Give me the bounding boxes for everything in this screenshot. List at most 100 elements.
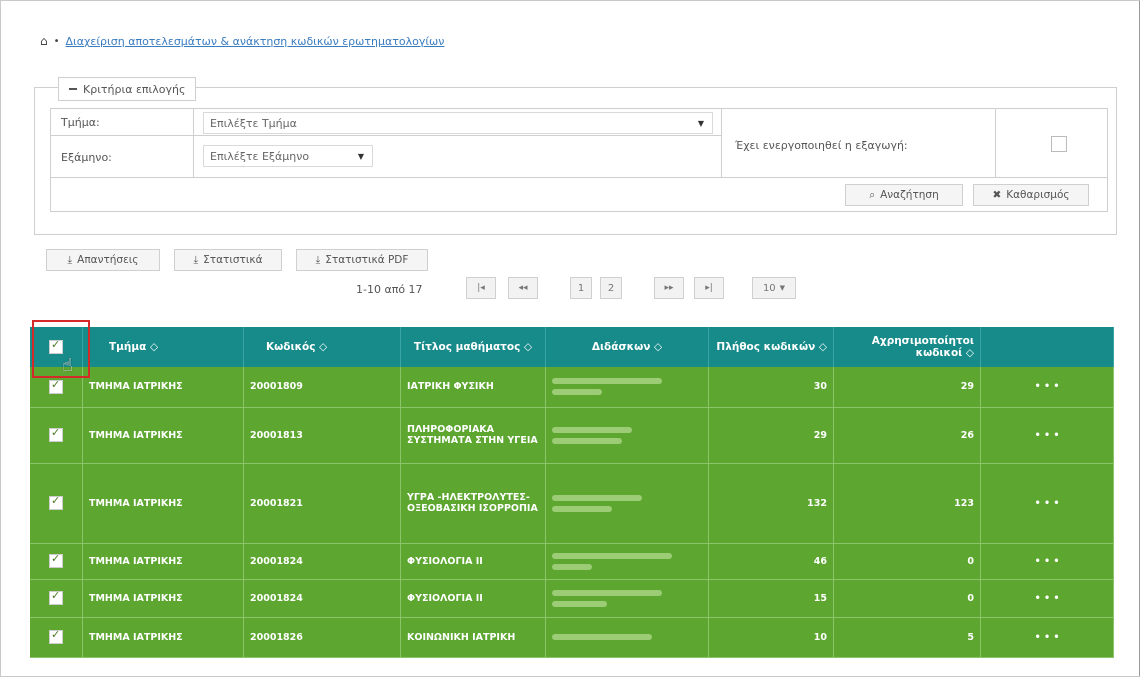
code-cell: 20001821 (243, 463, 401, 544)
caret-down-icon: ▼ (697, 118, 704, 128)
search-button[interactable]: ⌕ Αναζήτηση (845, 184, 963, 206)
redacted-text (552, 589, 702, 607)
count-cell: 132 (708, 463, 834, 544)
download-icon: ⤓ (315, 253, 321, 266)
column-header-title[interactable]: Τίτλος μαθήματος ◇ (400, 327, 546, 367)
column-header-teacher[interactable]: Διδάσκων ◇ (545, 327, 709, 367)
code-cell: 20001826 (243, 617, 401, 658)
redacted-text (552, 378, 702, 396)
unused-cell: 0 (833, 543, 981, 580)
title-cell: ΦΥΣΙΟΛΟΓΙΑ ΙΙ (400, 543, 546, 580)
table-row[interactable]: ΤΜΗΜΑ ΙΑΤΡΙΚΗΣ 20001824 ΦΥΣΙΟΛΟΓΙΑ ΙΙ 15… (30, 579, 1114, 618)
pager-info: 1-10 από 17 (356, 283, 423, 296)
count-cell: 15 (708, 579, 834, 618)
dept-cell: ΤΜΗΜΑ ΙΑΤΡΙΚΗΣ (82, 463, 244, 544)
row-menu-icon[interactable]: • • • (980, 407, 1114, 464)
download-icon: ⤓ (67, 253, 73, 266)
divider (51, 177, 1107, 178)
clear-button[interactable]: ✖ Καθαρισμός (973, 184, 1089, 206)
teacher-cell (545, 617, 709, 658)
row-menu-icon[interactable]: • • • (980, 463, 1114, 544)
title-cell: ΚΟΙΝΩΝΙΚΗ ΙΑΤΡΙΚΗ (400, 617, 546, 658)
code-cell: 20001824 (243, 543, 401, 580)
criteria-legend[interactable]: Κριτήρια επιλογής (58, 77, 197, 101)
stats-button-label: Στατιστικά (203, 254, 263, 266)
divider (721, 109, 722, 177)
row-checkbox-cell (30, 407, 83, 464)
title-cell: ΙΑΤΡΙΚΗ ΦΥΣΙΚΗ (400, 367, 546, 408)
unused-cell: 0 (833, 579, 981, 618)
redacted-text (552, 426, 702, 444)
table-row[interactable]: ΤΜΗΜΑ ΙΑΤΡΙΚΗΣ 20001813 ΠΛΗΡΟΦΟΡΙΑΚΑ ΣΥΣ… (30, 407, 1114, 464)
unused-cell: 123 (833, 463, 981, 544)
pager-page-2[interactable]: 2 (600, 277, 622, 299)
title-cell: ΦΥΣΙΟΛΟΓΙΑ ΙΙ (400, 579, 546, 618)
column-header-count[interactable]: Πλήθος κωδικών ◇ (708, 327, 834, 367)
semester-select-value: Επιλέξτε Εξάμηνο (210, 149, 310, 163)
close-icon: ✖ (992, 189, 1002, 201)
row-menu-icon[interactable]: • • • (980, 543, 1114, 580)
caret-down-icon: ▼ (779, 284, 786, 292)
divider (51, 135, 721, 136)
pager-last-button[interactable]: ▸| (694, 277, 724, 299)
stats-button[interactable]: ⤓ Στατιστικά (174, 249, 282, 271)
teacher-cell (545, 367, 709, 408)
code-cell: 20001809 (243, 367, 401, 408)
code-cell: 20001824 (243, 579, 401, 618)
dept-cell: ΤΜΗΜΑ ΙΑΤΡΙΚΗΣ (82, 543, 244, 580)
department-label: Τμήμα: (61, 116, 100, 129)
row-checkbox[interactable] (49, 589, 63, 605)
row-checkbox[interactable] (49, 426, 63, 442)
title-cell: ΥΓΡΑ -ΗΛΕΚΤΡΟΛΥΤΕΣ-ΟΞΕΟΒΑΣΙΚΗ ΙΣΟΡΡΟΠΙΑ (400, 463, 546, 544)
criteria-grid: Τμήμα: Επιλέξτε Τμήμα ▼ Εξάμηνο: Επιλέξτ… (50, 108, 1108, 212)
teacher-cell (545, 543, 709, 580)
table-row[interactable]: ΤΜΗΜΑ ΙΑΤΡΙΚΗΣ 20001809 ΙΑΤΡΙΚΗ ΦΥΣΙΚΗ 3… (30, 367, 1114, 408)
redacted-text (552, 634, 702, 640)
row-checkbox-cell (30, 617, 83, 658)
unused-cell: 5 (833, 617, 981, 658)
table-header-row: Τμήμα ◇ Κωδικός ◇ Τίτλος μαθήματος ◇ Διδ… (30, 327, 1114, 367)
teacher-cell (545, 407, 709, 464)
column-header-actions (980, 327, 1114, 367)
home-icon[interactable]: ⌂ (40, 34, 48, 48)
pager-prev-button[interactable]: ◂◂ (508, 277, 538, 299)
department-select[interactable]: Επιλέξτε Τμήμα ▼ (203, 112, 713, 134)
row-checkbox[interactable] (49, 378, 63, 394)
column-header-dept[interactable]: Τμήμα ◇ (82, 327, 244, 367)
teacher-cell (545, 463, 709, 544)
redacted-text (552, 494, 702, 512)
export-checkbox[interactable] (1051, 136, 1067, 152)
semester-select[interactable]: Επιλέξτε Εξάμηνο ▼ (203, 145, 373, 167)
breadcrumb-link[interactable]: Διαχείριση αποτελεσμάτων & ανάκτηση κωδι… (66, 35, 445, 48)
stats-pdf-button[interactable]: ⤓ Στατιστικά PDF (296, 249, 428, 271)
row-menu-icon[interactable]: • • • (980, 579, 1114, 618)
table-row[interactable]: ΤΜΗΜΑ ΙΑΤΡΙΚΗΣ 20001824 ΦΥΣΙΟΛΟΓΙΑ ΙΙ 46… (30, 543, 1114, 580)
row-checkbox-cell (30, 463, 83, 544)
column-header-code[interactable]: Κωδικός ◇ (243, 327, 401, 367)
dept-cell: ΤΜΗΜΑ ΙΑΤΡΙΚΗΣ (82, 367, 244, 408)
row-checkbox[interactable] (49, 552, 63, 568)
row-menu-icon[interactable]: • • • (980, 367, 1114, 408)
row-checkbox[interactable] (49, 628, 63, 644)
select-all-highlight (32, 320, 90, 378)
table-row[interactable]: ΤΜΗΜΑ ΙΑΤΡΙΚΗΣ 20001821 ΥΓΡΑ -ΗΛΕΚΤΡΟΛΥΤ… (30, 463, 1114, 544)
page-size-select[interactable]: 10 ▼ (752, 277, 796, 299)
minus-icon (69, 88, 77, 90)
answers-button-label: Απαντήσεις (77, 254, 139, 266)
table-row[interactable]: ΤΜΗΜΑ ΙΑΤΡΙΚΗΣ 20001826 ΚΟΙΝΩΝΙΚΗ ΙΑΤΡΙΚ… (30, 617, 1114, 658)
unused-cell: 26 (833, 407, 981, 464)
row-menu-icon[interactable]: • • • (980, 617, 1114, 658)
pager-first-button[interactable]: |◂ (466, 277, 496, 299)
criteria-legend-label: Κριτήρια επιλογής (83, 82, 186, 96)
row-checkbox[interactable] (49, 494, 63, 510)
export-label: Έχει ενεργοποιηθεί η εξαγωγή: (735, 139, 908, 152)
pointer-hand-icon: ☝ (62, 355, 73, 376)
answers-button[interactable]: ⤓ Απαντήσεις (46, 249, 160, 271)
column-header-unused[interactable]: Αχρησιμοποίητοι κωδικοί ◇ (833, 327, 981, 367)
teacher-cell (545, 579, 709, 618)
semester-label: Εξάμηνο: (61, 151, 112, 164)
pager-page-1[interactable]: 1 (570, 277, 592, 299)
dept-cell: ΤΜΗΜΑ ΙΑΤΡΙΚΗΣ (82, 579, 244, 618)
pager-next-button[interactable]: ▸▸ (654, 277, 684, 299)
dept-cell: ΤΜΗΜΑ ΙΑΤΡΙΚΗΣ (82, 617, 244, 658)
